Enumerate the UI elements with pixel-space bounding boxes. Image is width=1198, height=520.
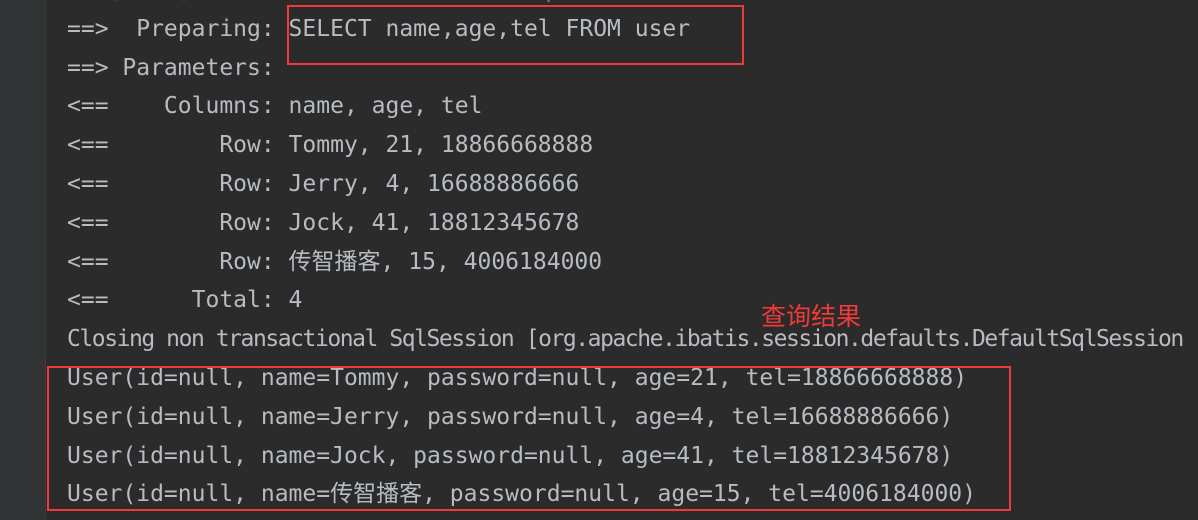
console-line-closing: Closing non transactional SqlSession [or… xyxy=(67,326,1184,353)
console-line-total: <== Total: 4 xyxy=(67,287,303,314)
console-gutter xyxy=(0,0,46,520)
console-line-row: <== Row: Jock, 41, 18812345678 xyxy=(67,209,580,236)
console-line-row: <== Row: 传智播客, 15, 4006184000 xyxy=(67,248,603,275)
console-line-row: <== Row: Jerry, 4, 16688886666 xyxy=(67,170,580,197)
sql-highlight-box xyxy=(287,5,744,65)
console-line-row: <== Row: Tommy, 21, 18866668888 xyxy=(67,132,594,159)
result-annotation: 查询结果 xyxy=(761,302,862,331)
console-line-columns: <== Columns: name, age, tel xyxy=(67,93,483,120)
result-highlight-box xyxy=(47,366,1011,511)
